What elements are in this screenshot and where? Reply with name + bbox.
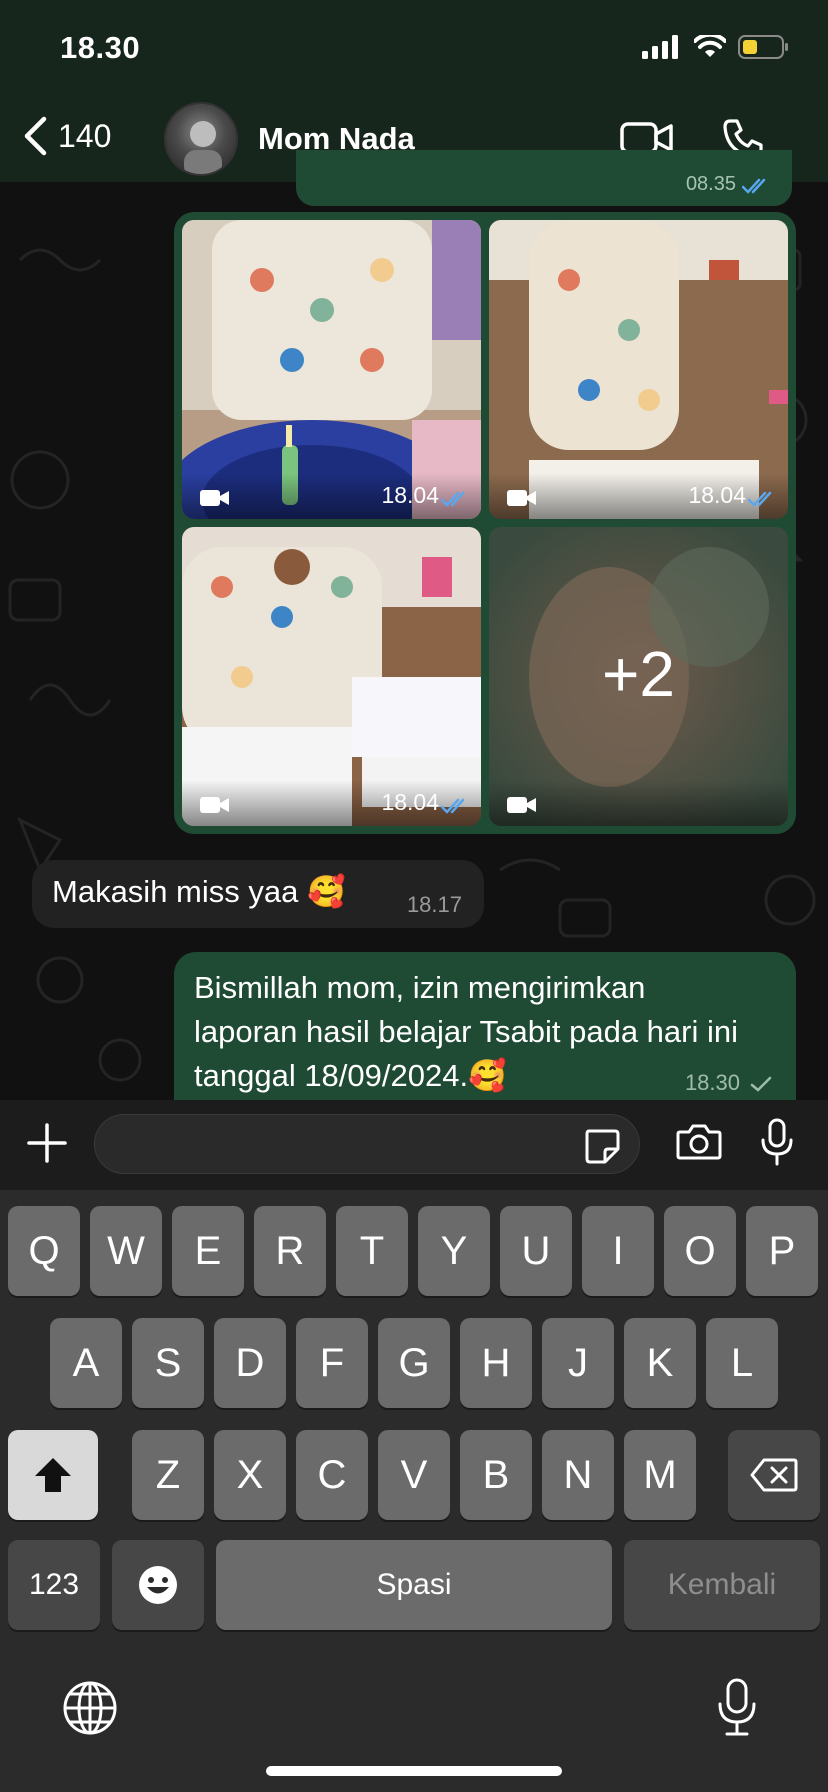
camera-icon	[676, 1124, 722, 1160]
key[interactable]: Y	[418, 1206, 490, 1296]
video-icon	[200, 490, 229, 506]
status-bar: 18.30	[0, 0, 828, 100]
incoming-message-bubble[interactable]: Makasih miss yaa 🥰 18.17	[32, 860, 484, 928]
key[interactable]: M	[624, 1430, 696, 1520]
status-time: 18.30	[60, 30, 141, 65]
attach-button[interactable]	[26, 1122, 68, 1169]
contact-avatar[interactable]	[164, 102, 238, 176]
language-switch-button[interactable]	[62, 1680, 118, 1741]
back-unread-count: 140	[58, 117, 112, 154]
key[interactable]: L	[706, 1318, 778, 1408]
double-check-icon	[441, 798, 465, 814]
double-check-icon	[441, 491, 465, 507]
double-check-icon	[742, 178, 766, 194]
outgoing-message-bubble[interactable]: Bismillah mom, izin mengirimkan laporan …	[174, 952, 796, 1102]
return-key[interactable]: Kembali	[624, 1540, 820, 1630]
signal-icon	[642, 35, 678, 59]
previous-message-bubble: 08.35	[296, 150, 792, 206]
key[interactable]: G	[378, 1318, 450, 1408]
media-time: 18.04	[381, 789, 439, 815]
media-album-bubble: 18.04 18.04 18.04 +2	[174, 212, 796, 834]
keyboard: Q W E R T Y U I O P A S D F G H J K L Z …	[0, 1190, 828, 1792]
media-time: 18.04	[381, 482, 439, 508]
video-icon	[200, 797, 229, 813]
media-tile-more[interactable]: +2	[489, 527, 788, 826]
emoji-key[interactable]	[112, 1540, 204, 1630]
shift-key[interactable]	[8, 1430, 98, 1520]
key[interactable]: Q	[8, 1206, 80, 1296]
home-indicator[interactable]	[266, 1766, 562, 1776]
key[interactable]: J	[542, 1318, 614, 1408]
media-tile-video[interactable]: 18.04	[489, 220, 788, 519]
globe-icon	[63, 1681, 117, 1735]
key[interactable]: H	[460, 1318, 532, 1408]
backspace-icon	[750, 1458, 798, 1492]
key[interactable]: F	[296, 1318, 368, 1408]
message-composer	[0, 1100, 828, 1190]
message-time: 08.35	[685, 173, 736, 195]
key[interactable]: X	[214, 1430, 286, 1520]
space-key[interactable]: Spasi	[216, 1540, 612, 1630]
key[interactable]: D	[214, 1318, 286, 1408]
message-time: 18.30	[684, 1070, 740, 1095]
key[interactable]: U	[500, 1206, 572, 1296]
key[interactable]: P	[746, 1206, 818, 1296]
dictation-button[interactable]	[716, 1678, 758, 1741]
message-text: Bismillah mom, izin mengirimkan laporan …	[194, 970, 738, 1093]
status-icons	[642, 34, 790, 60]
key[interactable]: E	[172, 1206, 244, 1296]
chevron-left-icon	[24, 116, 47, 156]
battery-icon	[738, 35, 788, 59]
numbers-key[interactable]: 123	[8, 1540, 100, 1630]
key[interactable]: W	[90, 1206, 162, 1296]
emoji-icon	[139, 1566, 177, 1604]
key[interactable]: B	[460, 1430, 532, 1520]
wifi-icon	[694, 35, 726, 57]
media-time: 18.04	[688, 482, 746, 508]
key[interactable]: K	[624, 1318, 696, 1408]
key[interactable]: S	[132, 1318, 204, 1408]
video-icon	[507, 797, 536, 813]
avatar-image	[184, 121, 222, 174]
shift-icon	[35, 1458, 71, 1492]
single-check-icon	[750, 1076, 772, 1092]
key[interactable]: C	[296, 1430, 368, 1520]
key[interactable]: V	[378, 1430, 450, 1520]
key[interactable]: O	[664, 1206, 736, 1296]
voice-message-button[interactable]	[760, 1118, 794, 1171]
double-check-icon	[748, 491, 772, 507]
key[interactable]: N	[542, 1430, 614, 1520]
camera-button[interactable]	[676, 1122, 722, 1165]
back-button[interactable]: 140	[22, 116, 111, 156]
message-text: Makasih miss yaa 🥰	[52, 874, 346, 909]
message-input[interactable]	[94, 1114, 640, 1174]
more-media-count: +2	[602, 638, 675, 710]
microphone-icon	[761, 1118, 793, 1166]
media-tile-video[interactable]: 18.04	[182, 527, 481, 826]
key[interactable]: I	[582, 1206, 654, 1296]
sticker-icon[interactable]	[583, 1127, 621, 1165]
key[interactable]: A	[50, 1318, 122, 1408]
key[interactable]: T	[336, 1206, 408, 1296]
message-time: 18.17	[406, 892, 462, 917]
media-tile-video[interactable]: 18.04	[182, 220, 481, 519]
key[interactable]: Z	[132, 1430, 204, 1520]
plus-icon	[27, 1123, 67, 1163]
backspace-key[interactable]	[728, 1430, 820, 1520]
key[interactable]: R	[254, 1206, 326, 1296]
microphone-icon	[718, 1678, 756, 1736]
video-icon	[507, 490, 536, 506]
